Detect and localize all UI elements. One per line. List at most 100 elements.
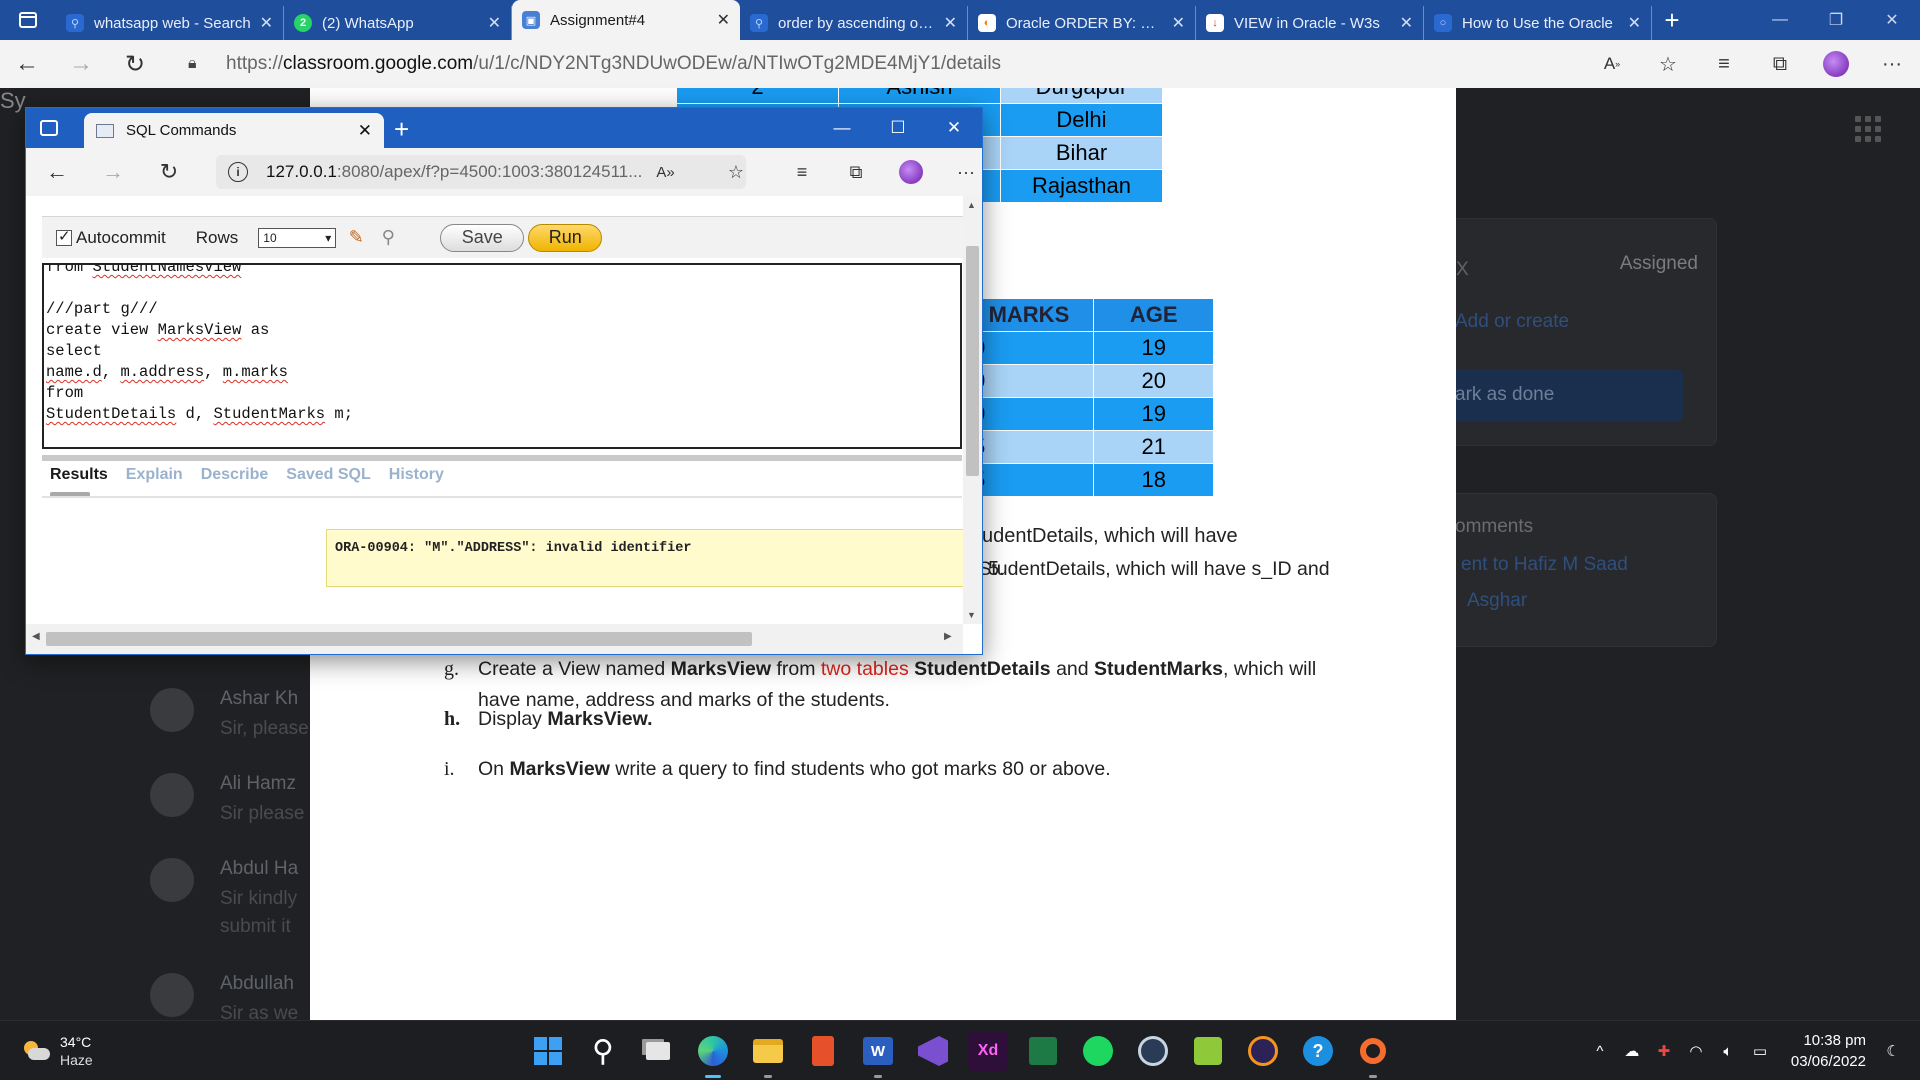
new-tab-button[interactable]: + xyxy=(1652,0,1692,40)
tab-results[interactable]: Results xyxy=(50,466,108,497)
origin-icon[interactable] xyxy=(1353,1031,1393,1078)
task-view-icon[interactable] xyxy=(638,1031,678,1071)
horizontal-scrollbar[interactable]: ◀ ▶ xyxy=(26,624,963,654)
tab-explain[interactable]: Explain xyxy=(126,466,183,484)
browser-tab[interactable]: ◐ Oracle ORDER BY: Sort ✕ xyxy=(968,6,1196,40)
weather-widget[interactable]: 34°C Haze xyxy=(22,1033,93,1069)
close-tab-icon[interactable]: ✕ xyxy=(260,13,273,33)
apex-sql-workshop: Autocommit Rows 10 ▾ ✎ ⚲ Save Run from St… xyxy=(26,196,972,624)
add-or-create-button[interactable]: Add or create xyxy=(1455,311,1569,333)
close-tab-icon[interactable]: ✕ xyxy=(944,13,957,33)
battery-icon[interactable]: ▭ xyxy=(1747,1042,1773,1060)
tab-saved-sql[interactable]: Saved SQL xyxy=(286,466,370,484)
vertical-scrollbar[interactable]: ▲ ▼ xyxy=(963,196,982,624)
windows-start-icon[interactable] xyxy=(528,1031,568,1071)
excel-icon[interactable] xyxy=(1023,1031,1063,1071)
favorites-icon[interactable]: ≡ xyxy=(782,148,822,196)
browser-tab[interactable]: ▣ Assignment#4 ✕ xyxy=(512,0,740,40)
back-button[interactable]: ← xyxy=(30,148,84,196)
adobe-xd-icon[interactable]: Xd xyxy=(968,1031,1008,1071)
close-tab-icon[interactable]: ✕ xyxy=(1172,13,1185,33)
search-icon[interactable]: ⚲ xyxy=(583,1031,623,1071)
tab-history[interactable]: History xyxy=(389,466,444,484)
browser-tab[interactable]: ○ How to Use the Oracle ✕ xyxy=(1424,6,1652,40)
antivirus-icon[interactable]: ✚ xyxy=(1651,1042,1677,1060)
scroll-up-arrow-icon[interactable]: ▲ xyxy=(967,200,976,210)
add-favorite-icon[interactable]: ☆ xyxy=(716,148,756,196)
maximize-button[interactable]: ☐ xyxy=(870,108,926,148)
mark-as-done-button[interactable]: ark as done xyxy=(1448,369,1683,421)
chevron-up-icon[interactable]: ^ xyxy=(1587,1043,1613,1060)
office-icon[interactable] xyxy=(803,1031,843,1071)
close-tab-icon[interactable]: ✕ xyxy=(1628,13,1641,33)
notepad-plus-plus-icon[interactable] xyxy=(1188,1031,1228,1071)
new-tab-button[interactable]: + xyxy=(394,114,409,145)
minimize-button[interactable]: — xyxy=(814,108,870,148)
word-icon[interactable]: W xyxy=(858,1031,898,1078)
volume-icon[interactable]: 🔈︎ xyxy=(1715,1043,1741,1060)
steam-icon[interactable] xyxy=(1133,1031,1173,1071)
wifi-icon[interactable]: ◠ xyxy=(1683,1042,1709,1060)
browser-tab[interactable]: ↓ VIEW in Oracle - W3s ✕ xyxy=(1196,6,1424,40)
restore-button[interactable]: ❐ xyxy=(1808,0,1864,40)
site-info-icon[interactable]: i xyxy=(228,162,248,182)
spotify-icon[interactable] xyxy=(1078,1031,1118,1071)
run-button[interactable]: Run xyxy=(528,223,603,252)
close-tab-icon[interactable]: ✕ xyxy=(488,13,501,33)
back-button[interactable]: ← xyxy=(0,40,54,88)
sql-editor[interactable]: from StudentNamesView ///part g/// create … xyxy=(42,263,962,449)
tab-sql-commands[interactable]: SQL Commands ✕ xyxy=(84,113,384,148)
add-comment-link-2[interactable]: Asghar xyxy=(1467,590,1527,612)
help-icon[interactable]: ? xyxy=(1298,1031,1338,1071)
scroll-down-arrow-icon[interactable]: ▼ xyxy=(967,610,976,620)
collections-icon[interactable]: ⧉ xyxy=(1752,53,1808,76)
settings-menu-icon[interactable]: ··· xyxy=(946,148,982,196)
close-tab-icon[interactable]: ✕ xyxy=(717,10,730,30)
autocommit-checkbox[interactable] xyxy=(56,227,72,246)
settings-menu-icon[interactable]: ··· xyxy=(1864,53,1920,76)
add-favorite-icon[interactable]: ☆ xyxy=(1640,52,1696,77)
read-aloud-icon[interactable]: A» xyxy=(1584,54,1640,74)
resize-divider[interactable] xyxy=(42,455,962,461)
browser-tab[interactable]: 2 (2) WhatsApp ✕ xyxy=(284,6,512,40)
profile-button[interactable] xyxy=(1808,51,1864,77)
edge-icon[interactable] xyxy=(693,1031,733,1078)
tab-actions-icon[interactable] xyxy=(40,120,58,136)
close-window-button[interactable]: ✕ xyxy=(1864,0,1920,40)
refresh-button[interactable]: ↻ xyxy=(108,40,162,88)
forward-button[interactable]: → xyxy=(54,40,108,88)
forward-button[interactable]: → xyxy=(86,148,140,196)
profile-button[interactable] xyxy=(891,148,931,196)
close-window-button[interactable]: ✕ xyxy=(926,108,982,148)
notifications-icon[interactable]: ☾ xyxy=(1880,1042,1906,1060)
onedrive-icon[interactable]: ☁ xyxy=(1619,1042,1645,1060)
url-field[interactable]: 🔒︎ https://classroom.google.com/u/1/c/ND… xyxy=(188,46,1628,82)
scrollbar-thumb[interactable] xyxy=(966,246,979,476)
url-field[interactable]: i 127.0.0.1:8080/apex/f?p=4500:1003:3801… xyxy=(216,155,746,189)
google-apps-icon[interactable] xyxy=(1855,116,1881,142)
visual-studio-icon[interactable] xyxy=(913,1031,953,1071)
collections-icon[interactable]: ⧉ xyxy=(836,148,876,196)
favorites-icon[interactable]: ≡ xyxy=(1696,53,1752,76)
file-explorer-icon[interactable] xyxy=(748,1031,788,1078)
find-tables-icon[interactable]: ⚲ xyxy=(376,226,400,250)
read-aloud-icon[interactable]: A» xyxy=(656,164,674,181)
close-tab-icon[interactable]: ✕ xyxy=(358,121,372,141)
scroll-right-arrow-icon[interactable]: ▶ xyxy=(944,631,952,642)
scrollbar-thumb[interactable] xyxy=(46,632,752,646)
workspaces-button[interactable] xyxy=(0,0,56,40)
scroll-left-arrow-icon[interactable]: ◀ xyxy=(32,631,40,642)
browser-tab[interactable]: ⚲ whatsapp web - Search ✕ xyxy=(56,6,284,40)
rows-select[interactable]: 10 ▾ xyxy=(258,227,337,248)
eclipse-icon[interactable] xyxy=(1243,1031,1283,1071)
save-button[interactable]: Save xyxy=(440,223,525,252)
refresh-button[interactable]: ↻ xyxy=(142,148,196,196)
tab-describe[interactable]: Describe xyxy=(201,466,269,484)
close-tab-icon[interactable]: ✕ xyxy=(1400,13,1413,33)
clear-eraser-icon[interactable]: ✎ xyxy=(344,226,368,250)
add-comment-link[interactable]: ent to Hafiz M Saad xyxy=(1461,554,1628,576)
browser-tab[interactable]: ⚲ order by ascending order ✕ xyxy=(740,6,968,40)
minimize-button[interactable]: — xyxy=(1752,0,1808,40)
tab-title: How to Use the Oracle xyxy=(1462,14,1613,32)
clock[interactable]: 10:38 pm 03/06/2022 xyxy=(1791,1030,1866,1072)
